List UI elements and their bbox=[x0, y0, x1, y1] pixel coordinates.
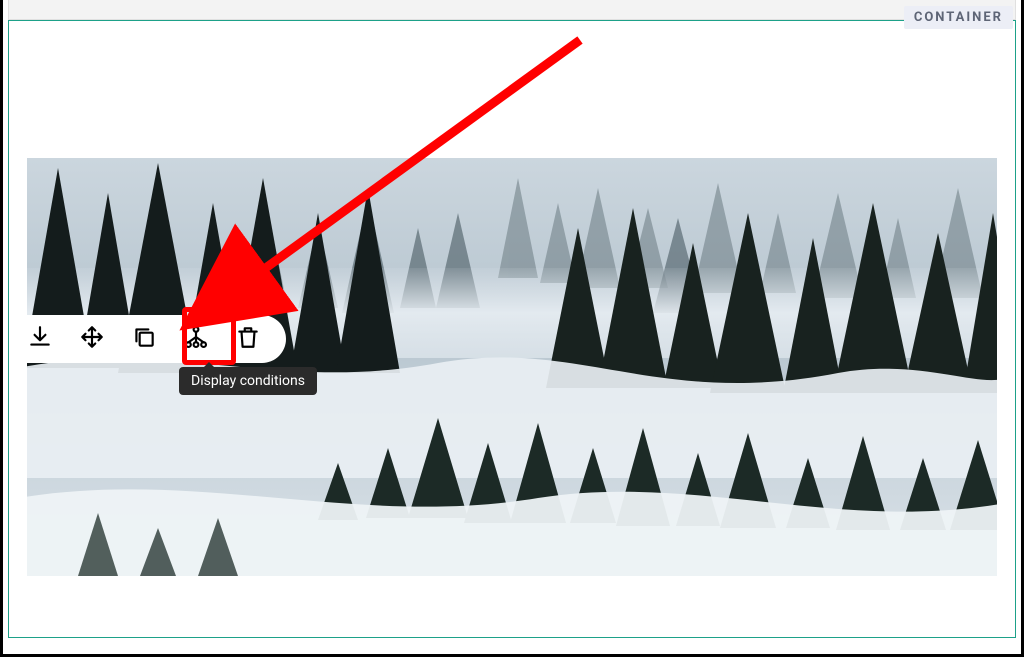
move-icon bbox=[79, 324, 105, 354]
download-icon bbox=[27, 324, 53, 354]
top-strip bbox=[8, 0, 1016, 20]
delete-button[interactable] bbox=[228, 319, 268, 359]
copy-button[interactable] bbox=[124, 319, 164, 359]
image-toolbar bbox=[10, 315, 286, 363]
tooltip: Display conditions bbox=[179, 367, 317, 395]
display-conditions-button[interactable] bbox=[176, 319, 216, 359]
tree-icon bbox=[183, 324, 209, 354]
container-tag: CONTAINER bbox=[904, 6, 1013, 29]
copy-icon bbox=[131, 324, 157, 354]
save-button[interactable] bbox=[20, 319, 60, 359]
trash-icon bbox=[235, 324, 261, 354]
hero-image[interactable] bbox=[27, 158, 997, 576]
move-button[interactable] bbox=[72, 319, 112, 359]
